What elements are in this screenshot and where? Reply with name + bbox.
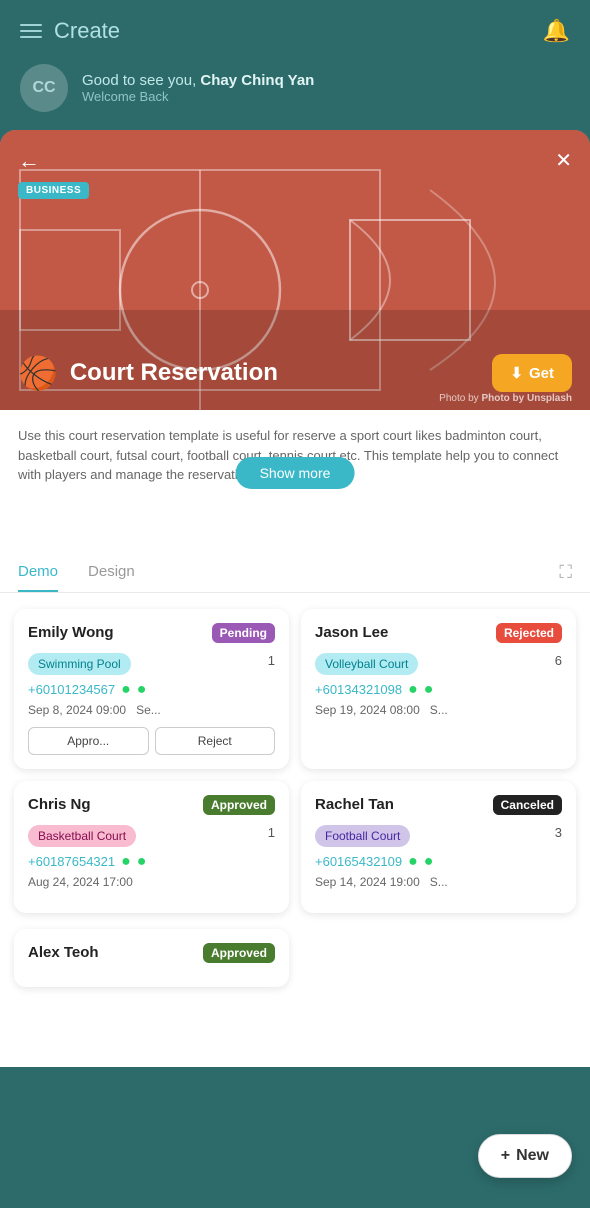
card-header: Chris Ng Approved (28, 795, 275, 815)
header-left: Create (20, 18, 120, 44)
banner-bottom: 🏀 Court Reservation ⬇ Get (18, 354, 572, 392)
card-datetime: Sep 14, 2024 19:00 S... (315, 875, 562, 889)
demo-grid: Emily Wong Pending Swimming Pool 1 +6010… (0, 593, 590, 929)
greeting-line1: Good to see you, Chay Chinq Yan (82, 72, 314, 89)
whatsapp-icon-2[interactable]: ● (137, 681, 147, 699)
greeting-text: Good to see you, Chay Chinq Yan Welcome … (82, 72, 314, 104)
card-datetime: Aug 24, 2024 17:00 (28, 875, 275, 889)
close-button[interactable]: ✕ (555, 148, 572, 173)
status-badge: Approved (203, 943, 275, 963)
bell-icon[interactable]: 🔔 (543, 18, 570, 44)
card-count: 1 (268, 653, 275, 668)
fab-container: + New (478, 1134, 572, 1178)
status-badge: Rejected (496, 623, 562, 643)
card-phone: +60187654321 ● ● (28, 853, 275, 871)
header: Create 🔔 (0, 0, 590, 56)
modal-card: ← ✕ BUSINESS 🏀 Court Reservation ⬇ Get P… (0, 130, 590, 1067)
phone-number[interactable]: +60101234567 (28, 682, 115, 697)
description-section: Use this court reservation template is u… (0, 410, 590, 501)
basketball-icon: 🏀 (18, 354, 58, 392)
status-badge: Canceled (493, 795, 562, 815)
show-more-button[interactable]: Show more (236, 457, 355, 489)
plus-icon: + (501, 1147, 510, 1165)
whatsapp-icon-2[interactable]: ● (424, 681, 434, 699)
court-tag: Swimming Pool (28, 653, 131, 675)
card-phone: +60101234567 ● ● (28, 681, 275, 699)
download-icon: ⬇ (510, 364, 523, 382)
status-badge: Approved (203, 795, 275, 815)
tab-demo[interactable]: Demo (18, 553, 58, 592)
tab-expand-icon[interactable]: ⛶ (559, 562, 572, 583)
card-header: Rachel Tan Canceled (315, 795, 562, 815)
reservation-card: Jason Lee Rejected Volleyball Court 6 +6… (301, 609, 576, 769)
back-button[interactable]: ← (18, 148, 40, 174)
court-tag-row: Volleyball Court 6 (315, 653, 562, 681)
header-title: Create (54, 18, 120, 44)
court-tag-row: Swimming Pool 1 (28, 653, 275, 681)
whatsapp-icon[interactable]: ● (408, 853, 418, 871)
hamburger-menu[interactable] (20, 24, 42, 38)
card-count: 6 (555, 653, 562, 668)
card-name: Emily Wong (28, 624, 114, 641)
get-button[interactable]: ⬇ Get (492, 354, 572, 392)
court-tag: Football Court (315, 825, 410, 847)
whatsapp-icon[interactable]: ● (121, 853, 131, 871)
phone-number[interactable]: +60165432109 (315, 854, 402, 869)
reservation-card: Chris Ng Approved Basketball Court 1 +60… (14, 781, 289, 913)
reject-button[interactable]: Reject (155, 727, 276, 755)
bottom-partial: Alex Teoh Approved (0, 929, 590, 1067)
partial-card: Alex Teoh Approved (14, 929, 289, 987)
greeting-row: CC Good to see you, Chay Chinq Yan Welco… (0, 56, 590, 130)
status-badge: Pending (212, 623, 275, 643)
reservation-card: Emily Wong Pending Swimming Pool 1 +6010… (14, 609, 289, 769)
card-header: Emily Wong Pending (28, 623, 275, 643)
card-header: Jason Lee Rejected (315, 623, 562, 643)
card-name: Jason Lee (315, 624, 388, 641)
card-name: Rachel Tan (315, 796, 394, 813)
card-count: 3 (555, 825, 562, 840)
business-badge: BUSINESS (18, 182, 89, 199)
greeting-welcome: Welcome Back (82, 89, 314, 104)
phone-number[interactable]: +60134321098 (315, 682, 402, 697)
new-button[interactable]: + New (478, 1134, 572, 1178)
card-header: Alex Teoh Approved (28, 943, 275, 963)
whatsapp-icon-2[interactable]: ● (424, 853, 434, 871)
card-datetime: Sep 19, 2024 08:00 S... (315, 703, 562, 717)
card-name: Alex Teoh (28, 944, 99, 961)
tabs-row: Demo Design ⛶ (0, 553, 590, 593)
card-phone: +60134321098 ● ● (315, 681, 562, 699)
photo-credit: Photo by Photo by Unsplash (439, 393, 572, 404)
court-tag-row: Football Court 3 (315, 825, 562, 853)
reservation-card: Rachel Tan Canceled Football Court 3 +60… (301, 781, 576, 913)
banner-title: Court Reservation (70, 359, 278, 387)
court-tag-row: Basketball Court 1 (28, 825, 275, 853)
whatsapp-icon[interactable]: ● (121, 681, 131, 699)
card-datetime: Sep 8, 2024 09:00 Se... (28, 703, 275, 717)
avatar: CC (20, 64, 68, 112)
banner-title-group: 🏀 Court Reservation (18, 354, 278, 392)
banner: ← ✕ BUSINESS 🏀 Court Reservation ⬇ Get P… (0, 130, 590, 410)
whatsapp-icon[interactable]: ● (408, 681, 418, 699)
card-name: Chris Ng (28, 796, 91, 813)
card-actions: Appro... Reject (28, 727, 275, 755)
card-count: 1 (268, 825, 275, 840)
approve-button[interactable]: Appro... (28, 727, 149, 755)
court-tag: Basketball Court (28, 825, 136, 847)
tab-design[interactable]: Design (88, 553, 135, 592)
phone-number[interactable]: +60187654321 (28, 854, 115, 869)
court-tag: Volleyball Court (315, 653, 418, 675)
whatsapp-icon-2[interactable]: ● (137, 853, 147, 871)
card-phone: +60165432109 ● ● (315, 853, 562, 871)
